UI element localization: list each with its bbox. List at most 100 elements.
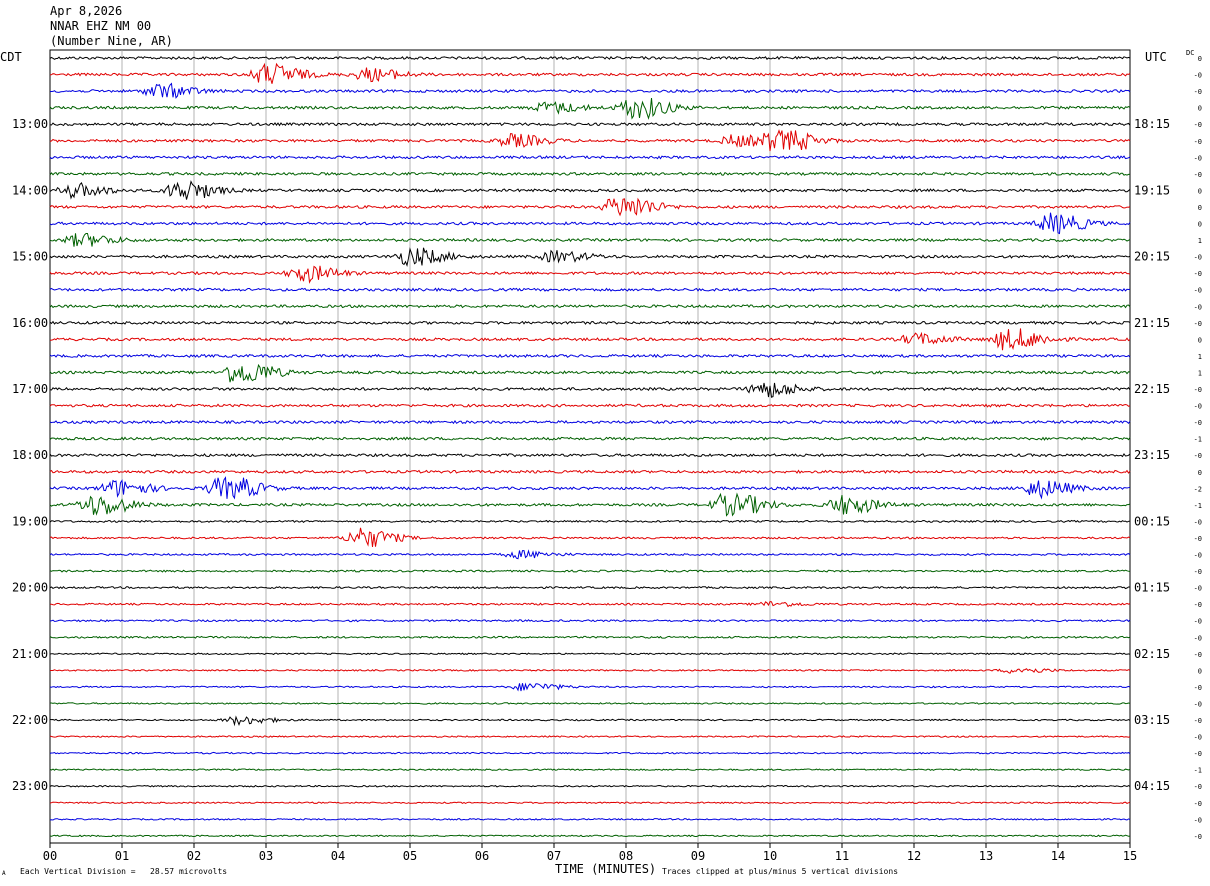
dc-offset-value: 0 [1198,336,1202,344]
seismic-trace [49,436,1131,441]
dc-offset-value: 0 [1198,105,1202,113]
dc-offset-value: -0 [1194,320,1202,328]
dc-offset-value: -0 [1194,717,1202,725]
x-tick-label: 07 [547,849,561,863]
seismic-trace [49,287,1131,293]
dc-offset-value: -0 [1194,138,1202,146]
x-tick-label: 06 [475,849,489,863]
x-tick-label: 12 [907,849,921,863]
x-tick-label: 03 [259,849,273,863]
seismic-trace [49,353,1131,359]
right-hour-label: 21:15 [1134,316,1170,330]
dc-offset-value: -0 [1194,270,1202,278]
seismic-trace [49,155,1131,160]
seismic-trace [49,735,1131,738]
left-hour-label: 16:00 [12,316,48,330]
dc-offset-value: -0 [1194,171,1202,179]
left-hour-label: 15:00 [12,250,48,264]
dc-offset-value: 0 [1198,469,1202,477]
seismic-trace [49,129,1131,152]
dc-offset-value: -2 [1194,485,1202,493]
seismic-trace [49,527,1131,548]
seismic-trace [49,363,1131,383]
seismic-trace [49,82,1131,99]
dc-offset-value: -1 [1194,767,1202,775]
dc-offset-value: 0 [1198,55,1202,63]
dc-offset-value: 0 [1198,204,1202,212]
x-axis-title: TIME (MINUTES) [555,862,657,876]
right-hour-label: 02:15 [1134,647,1170,661]
seismic-trace [49,834,1131,838]
dc-offset-value: -0 [1194,535,1202,543]
clip-note: Traces clipped at plus/minus 5 vertical … [662,867,899,876]
seismic-trace [49,768,1131,771]
dc-offset-value: 0 [1198,221,1202,229]
dc-offset-value: -0 [1194,386,1202,394]
corner-mark: A [2,870,6,877]
seismic-trace [49,549,1131,560]
dc-offset-value: 0 [1198,187,1202,195]
right-hour-label: 03:15 [1134,713,1170,727]
dc-offset-value: -0 [1194,800,1202,808]
dc-offset-value: -0 [1194,552,1202,560]
dc-offset-value: 1 [1198,369,1202,377]
right-hour-label: 19:15 [1134,183,1170,197]
dc-offset-value: -0 [1194,452,1202,460]
seismic-trace [49,180,1131,200]
x-tick-label: 14 [1051,849,1065,863]
seismic-trace [49,197,1131,217]
seismic-trace [49,476,1131,500]
dc-offset-value: -0 [1194,684,1202,692]
right-hour-label: 20:15 [1134,250,1170,264]
dc-offset-value: -1 [1194,502,1202,510]
seismic-trace [49,122,1131,127]
dc-offset-value: -0 [1194,568,1202,576]
dc-offset-value: 1 [1198,237,1202,245]
left-hour-label: 18:00 [12,448,48,462]
x-tick-label: 00 [43,849,57,863]
dc-offset-value: -0 [1194,601,1202,609]
x-tick-label: 11 [835,849,849,863]
scale-note: Each Vertical Division = 28.57 microvolt… [20,867,228,876]
dc-offset-value: -0 [1194,419,1202,427]
right-hour-label: 23:15 [1134,448,1170,462]
dc-offset-value: -0 [1194,816,1202,824]
x-tick-label: 09 [691,849,705,863]
seismic-trace [49,682,1131,692]
seismic-trace [49,619,1131,623]
seismic-trace [49,751,1131,755]
dc-offset-value: -0 [1194,783,1202,791]
x-tick-label: 08 [619,849,633,863]
seismic-trace [49,212,1131,235]
left-hour-label: 22:00 [12,713,48,727]
seismic-trace [49,452,1131,458]
dc-offset-value: 1 [1198,353,1202,361]
right-hour-label: 18:15 [1134,117,1170,131]
seismic-trace [49,265,1131,284]
dc-offset-value: 0 [1198,667,1202,675]
seismic-trace [49,635,1131,639]
seismic-trace [49,403,1131,408]
dc-offset-value: -1 [1194,436,1202,444]
left-hour-label: 19:00 [12,514,48,528]
seismic-trace [49,320,1131,326]
right-hour-label: 00:15 [1134,514,1170,528]
right-hour-label: 22:15 [1134,382,1170,396]
dc-offset-value: -0 [1194,254,1202,262]
seismic-trace [49,171,1131,176]
x-tick-label: 10 [763,849,777,863]
dc-offset-value: -0 [1194,833,1202,841]
seismic-trace [49,784,1131,788]
dc-offset-value: -0 [1194,750,1202,758]
helicorder-plot: 00 01 02 03 04 05 06 07 08 09 10 11 12 13 14 150-0-00-0… [12,49,1202,863]
right-hour-label: 01:15 [1134,581,1170,595]
x-tick-label: 15 [1123,849,1137,863]
seismic-trace [49,98,1131,120]
seismic-trace [50,601,1131,608]
dc-offset-value: -0 [1194,403,1202,411]
seismic-trace [49,585,1130,590]
seismic-trace [49,817,1131,821]
dc-offset-value: -0 [1194,287,1202,295]
seismic-trace [49,715,1131,727]
seismic-trace [49,492,1131,517]
